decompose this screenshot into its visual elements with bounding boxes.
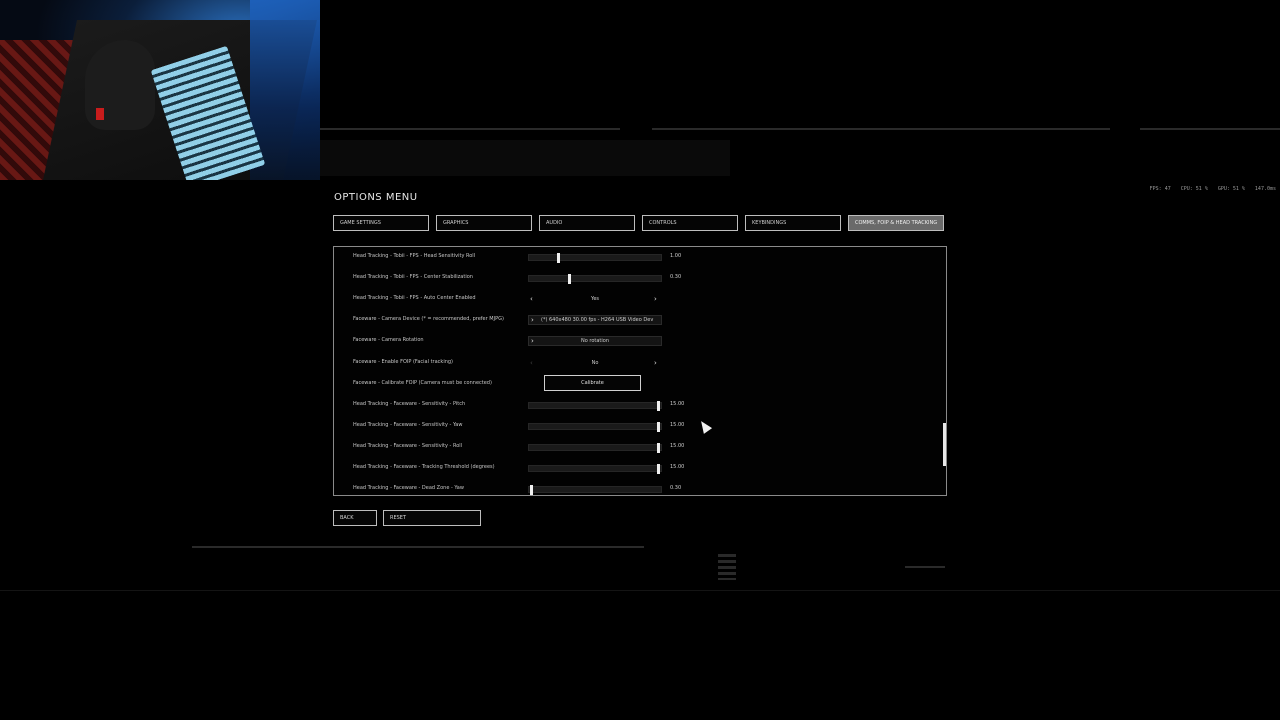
setting-slider[interactable] — [528, 422, 662, 432]
frame-time-counter: 147.0ms — [1254, 186, 1276, 192]
setting-slider[interactable] — [528, 464, 662, 474]
hud-ghost-line — [320, 128, 620, 130]
setting-row: Faceware - Camera Device (* = recommende… — [334, 314, 934, 326]
setting-label: Head Tracking - Faceware - Sensitivity -… — [353, 443, 463, 449]
setting-slider[interactable] — [528, 274, 662, 284]
selector-value: Yes — [590, 296, 600, 302]
setting-label: Head Tracking - Tobii - FPS - Auto Cente… — [353, 295, 476, 301]
hud-ghost-bars — [718, 554, 736, 580]
reset-button[interactable]: RESET — [383, 510, 481, 526]
chevron-right-icon[interactable]: › — [654, 294, 657, 304]
fps-counter: FPS: 47 — [1149, 186, 1171, 192]
slider-thumb[interactable] — [568, 274, 572, 284]
setting-row: Head Tracking - Faceware - Tracking Thre… — [334, 462, 934, 474]
cpu-counter: CPU: 51 % — [1180, 186, 1208, 192]
slider-value: 1.00 — [670, 253, 682, 259]
tab-comms-foip-head-tracking[interactable]: COMMS, FOIP & HEAD TRACKING — [848, 215, 944, 231]
slider-thumb[interactable] — [530, 485, 534, 495]
dropdown-value: No rotation — [581, 338, 609, 344]
selector-value: No — [591, 360, 599, 366]
setting-dropdown[interactable]: › No rotation — [528, 336, 662, 346]
slider-value: 15.00 — [670, 422, 685, 428]
slider-thumb[interactable] — [657, 464, 661, 474]
slider-value: 15.00 — [670, 464, 685, 470]
setting-row: Head Tracking - Faceware - Sensitivity -… — [334, 420, 934, 432]
back-button[interactable]: BACK — [333, 510, 377, 526]
setting-label: Faceware - Calibrate FOIP (Camera must b… — [353, 380, 492, 386]
setting-row: Faceware - Camera Rotation › No rotation — [334, 335, 934, 347]
setting-label: Head Tracking - Tobii - FPS - Center Sta… — [353, 274, 473, 280]
setting-row: Faceware - Calibrate FOIP (Camera must b… — [334, 375, 934, 391]
hud-ghost-block — [320, 140, 730, 176]
slider-thumb[interactable] — [657, 422, 661, 432]
chevron-right-icon: › — [531, 316, 534, 324]
setting-row: Head Tracking - Faceware - Sensitivity -… — [334, 399, 934, 411]
setting-label: Head Tracking - Faceware - Tracking Thre… — [353, 464, 495, 470]
setting-slider[interactable] — [528, 443, 662, 453]
dropdown-value: (*) 640x480 30.00 fps - H264 USB Video D… — [541, 317, 654, 323]
hud-ghost-line — [0, 590, 1280, 591]
hud-ghost-line — [652, 128, 1110, 130]
setting-row: Head Tracking - Tobii - FPS - Head Sensi… — [334, 251, 934, 263]
slider-value: 0.30 — [670, 274, 682, 280]
options-tabs: GAME SETTINGS GRAPHICS AUDIO CONTROLS KE… — [333, 215, 951, 231]
webcam-overlay — [0, 0, 320, 180]
settings-scrollbar[interactable] — [943, 423, 946, 466]
webcam-red-light — [96, 108, 104, 120]
tab-audio[interactable]: AUDIO — [539, 215, 635, 231]
setting-label: Head Tracking - Faceware - Sensitivity -… — [353, 422, 463, 428]
setting-label: Faceware - Camera Device (* = recommende… — [353, 316, 504, 322]
slider-value: 0.30 — [670, 485, 682, 491]
tab-controls[interactable]: CONTROLS — [642, 215, 738, 231]
setting-row: Head Tracking - Tobii - FPS - Center Sta… — [334, 272, 934, 284]
gpu-counter: GPU: 51 % — [1217, 186, 1245, 192]
tab-graphics[interactable]: GRAPHICS — [436, 215, 532, 231]
slider-thumb[interactable] — [657, 401, 661, 411]
setting-label: Faceware - Enable FOIP (Facial tracking) — [353, 359, 453, 365]
setting-selector: ‹ No › — [528, 358, 662, 368]
setting-dropdown[interactable]: › (*) 640x480 30.00 fps - H264 USB Video … — [528, 315, 662, 325]
slider-thumb[interactable] — [657, 443, 661, 453]
calibrate-button[interactable]: Calibrate — [544, 375, 641, 391]
setting-row: Head Tracking - Tobii - FPS - Auto Cente… — [334, 293, 934, 305]
performance-counters: FPS: 47 CPU: 51 % GPU: 51 % 147.0ms — [1150, 186, 1276, 192]
page-title: OPTIONS MENU — [334, 192, 418, 203]
settings-panel: Head Tracking - Tobii - FPS - Head Sensi… — [333, 246, 947, 496]
slider-thumb[interactable] — [556, 253, 560, 263]
tab-game-settings[interactable]: GAME SETTINGS — [333, 215, 429, 231]
setting-slider[interactable] — [528, 485, 662, 495]
setting-slider[interactable] — [528, 253, 662, 263]
hud-ghost-line — [1140, 128, 1280, 130]
setting-row: Head Tracking - Faceware - Dead Zone - Y… — [334, 483, 934, 495]
tab-keybindings[interactable]: KEYBINDINGS — [745, 215, 841, 231]
setting-row: Faceware - Enable FOIP (Facial tracking)… — [334, 357, 934, 369]
setting-label: Head Tracking - Faceware - Sensitivity -… — [353, 401, 466, 407]
setting-label: Head Tracking - Tobii - FPS - Head Sensi… — [353, 253, 476, 259]
setting-row: Head Tracking - Faceware - Sensitivity -… — [334, 441, 934, 453]
setting-label: Head Tracking - Faceware - Dead Zone - Y… — [353, 485, 464, 491]
chevron-right-icon[interactable]: › — [654, 358, 657, 368]
hud-ghost-line — [905, 566, 945, 568]
slider-value: 15.00 — [670, 443, 685, 449]
setting-slider[interactable] — [528, 401, 662, 411]
setting-selector: ‹ Yes › — [528, 294, 662, 304]
setting-label: Faceware - Camera Rotation — [353, 337, 424, 343]
slider-value: 15.00 — [670, 401, 685, 407]
hud-ghost-line — [192, 546, 644, 548]
